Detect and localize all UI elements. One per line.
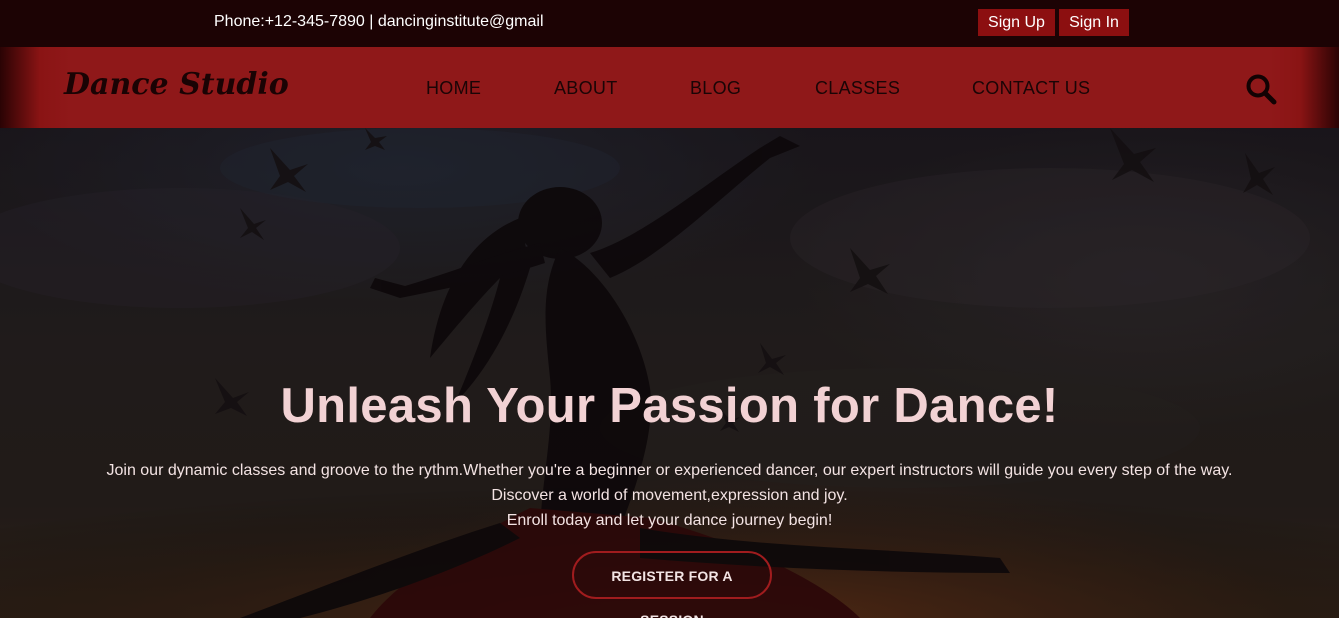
search-icon[interactable]: [1244, 72, 1278, 106]
hero-title: Unleash Your Passion for Dance!: [280, 379, 1059, 433]
top-bar: Phone:+12-345-7890 | dancinginstitute@gm…: [0, 0, 1339, 47]
nav-classes[interactable]: CLASSES: [815, 78, 900, 99]
hero-section: Unleash Your Passion for Dance! Join our…: [0, 128, 1339, 618]
nav-home[interactable]: HOME: [426, 78, 481, 99]
dancer-silhouette-image: [0, 128, 1339, 618]
register-session-button[interactable]: REGISTER FOR A SESSION: [572, 551, 772, 618]
page: Phone:+12-345-7890 | dancinginstitute@gm…: [0, 0, 1339, 618]
sign-up-button[interactable]: Sign Up: [978, 9, 1055, 36]
nav-contact-us[interactable]: CONTACT US: [972, 78, 1090, 99]
hero-line-2: Discover a world of movement,expression …: [491, 487, 848, 504]
main-nav: Dance Studio HOME ABOUT BLOG CLASSES CON…: [0, 47, 1339, 128]
nav-about[interactable]: ABOUT: [554, 78, 618, 99]
logo[interactable]: Dance Studio: [64, 67, 289, 102]
hero-description: Join our dynamic classes and groove to t…: [0, 458, 1339, 533]
nav-blog[interactable]: BLOG: [690, 78, 741, 99]
hero-line-3: Enroll today and let your dance journey …: [506, 512, 833, 529]
contact-info: Phone:+12-345-7890 | dancinginstitute@gm…: [214, 13, 544, 30]
hero-line-1: Join our dynamic classes and groove to t…: [106, 462, 1233, 479]
sign-in-button[interactable]: Sign In: [1059, 9, 1129, 36]
